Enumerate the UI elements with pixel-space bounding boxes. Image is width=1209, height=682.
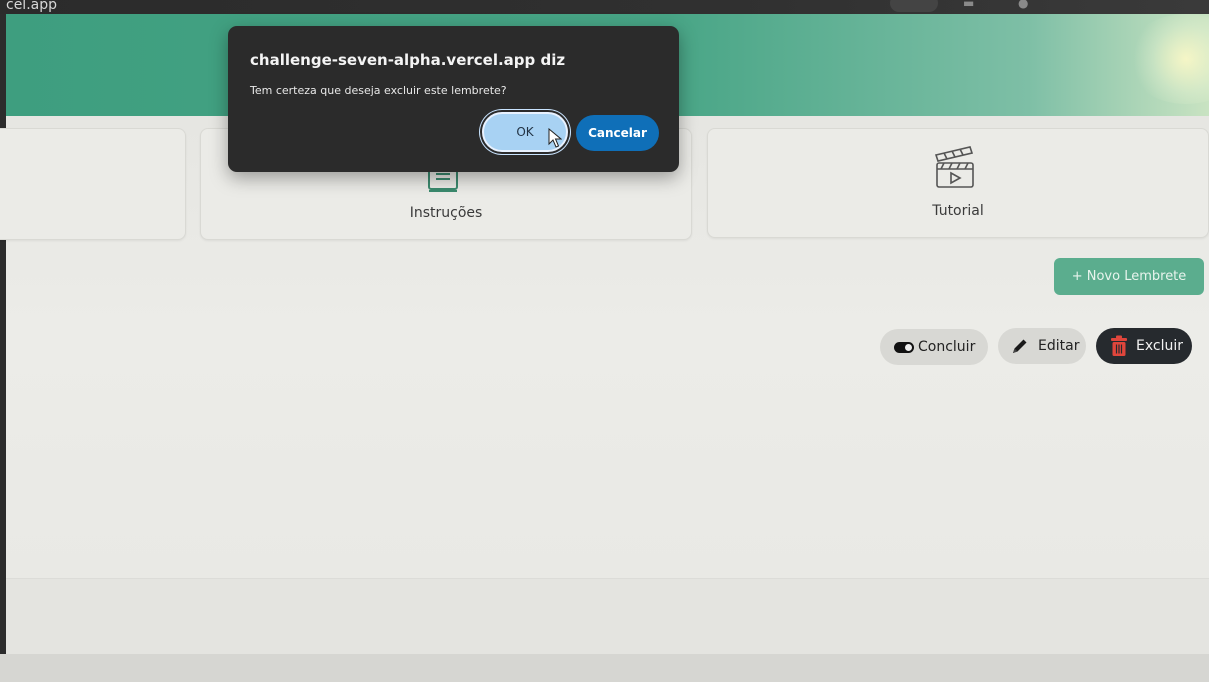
card-instrucoes-label: Instruções bbox=[409, 205, 483, 221]
footer-area bbox=[6, 578, 1209, 655]
screen: cel.app ▬ ● Instruções Tutorial + Novo L… bbox=[0, 0, 1209, 682]
trash-icon bbox=[1111, 335, 1127, 356]
screen-glare bbox=[1126, 14, 1209, 104]
toggle-icon bbox=[894, 341, 914, 353]
card-tutorial-label: Tutorial bbox=[932, 203, 984, 219]
pencil-icon bbox=[1013, 339, 1027, 353]
new-reminder-button[interactable]: + Novo Lembrete bbox=[1054, 258, 1204, 295]
cancel-button[interactable]: Cancelar bbox=[576, 115, 659, 151]
mouse-cursor-icon bbox=[548, 128, 562, 148]
address-bar-url[interactable]: cel.app bbox=[6, 0, 57, 13]
monitor-bezel bbox=[0, 654, 1209, 682]
clapperboard-icon bbox=[934, 146, 974, 188]
dialog-title: challenge-seven-alpha.vercel.app diz bbox=[250, 51, 566, 69]
confirm-dialog: challenge-seven-alpha.vercel.app diz Tem… bbox=[228, 26, 679, 172]
browser-toolbar: cel.app ▬ ● bbox=[0, 0, 1209, 14]
complete-button[interactable]: Concluir bbox=[880, 329, 988, 365]
dialog-message: Tem certeza que deseja excluir este lemb… bbox=[250, 84, 507, 97]
edit-button-label: Editar bbox=[1038, 338, 1080, 354]
card-tutorial[interactable]: Tutorial bbox=[707, 128, 1209, 238]
extension-icon[interactable]: ▬ bbox=[963, 0, 974, 10]
card-left[interactable] bbox=[0, 128, 186, 240]
delete-button[interactable]: Excluir bbox=[1096, 328, 1192, 364]
delete-button-label: Excluir bbox=[1136, 338, 1183, 354]
edit-button[interactable]: Editar bbox=[998, 328, 1086, 364]
complete-button-label: Concluir bbox=[918, 339, 976, 355]
address-bar-end bbox=[890, 0, 938, 12]
profile-icon[interactable]: ● bbox=[1018, 0, 1028, 10]
